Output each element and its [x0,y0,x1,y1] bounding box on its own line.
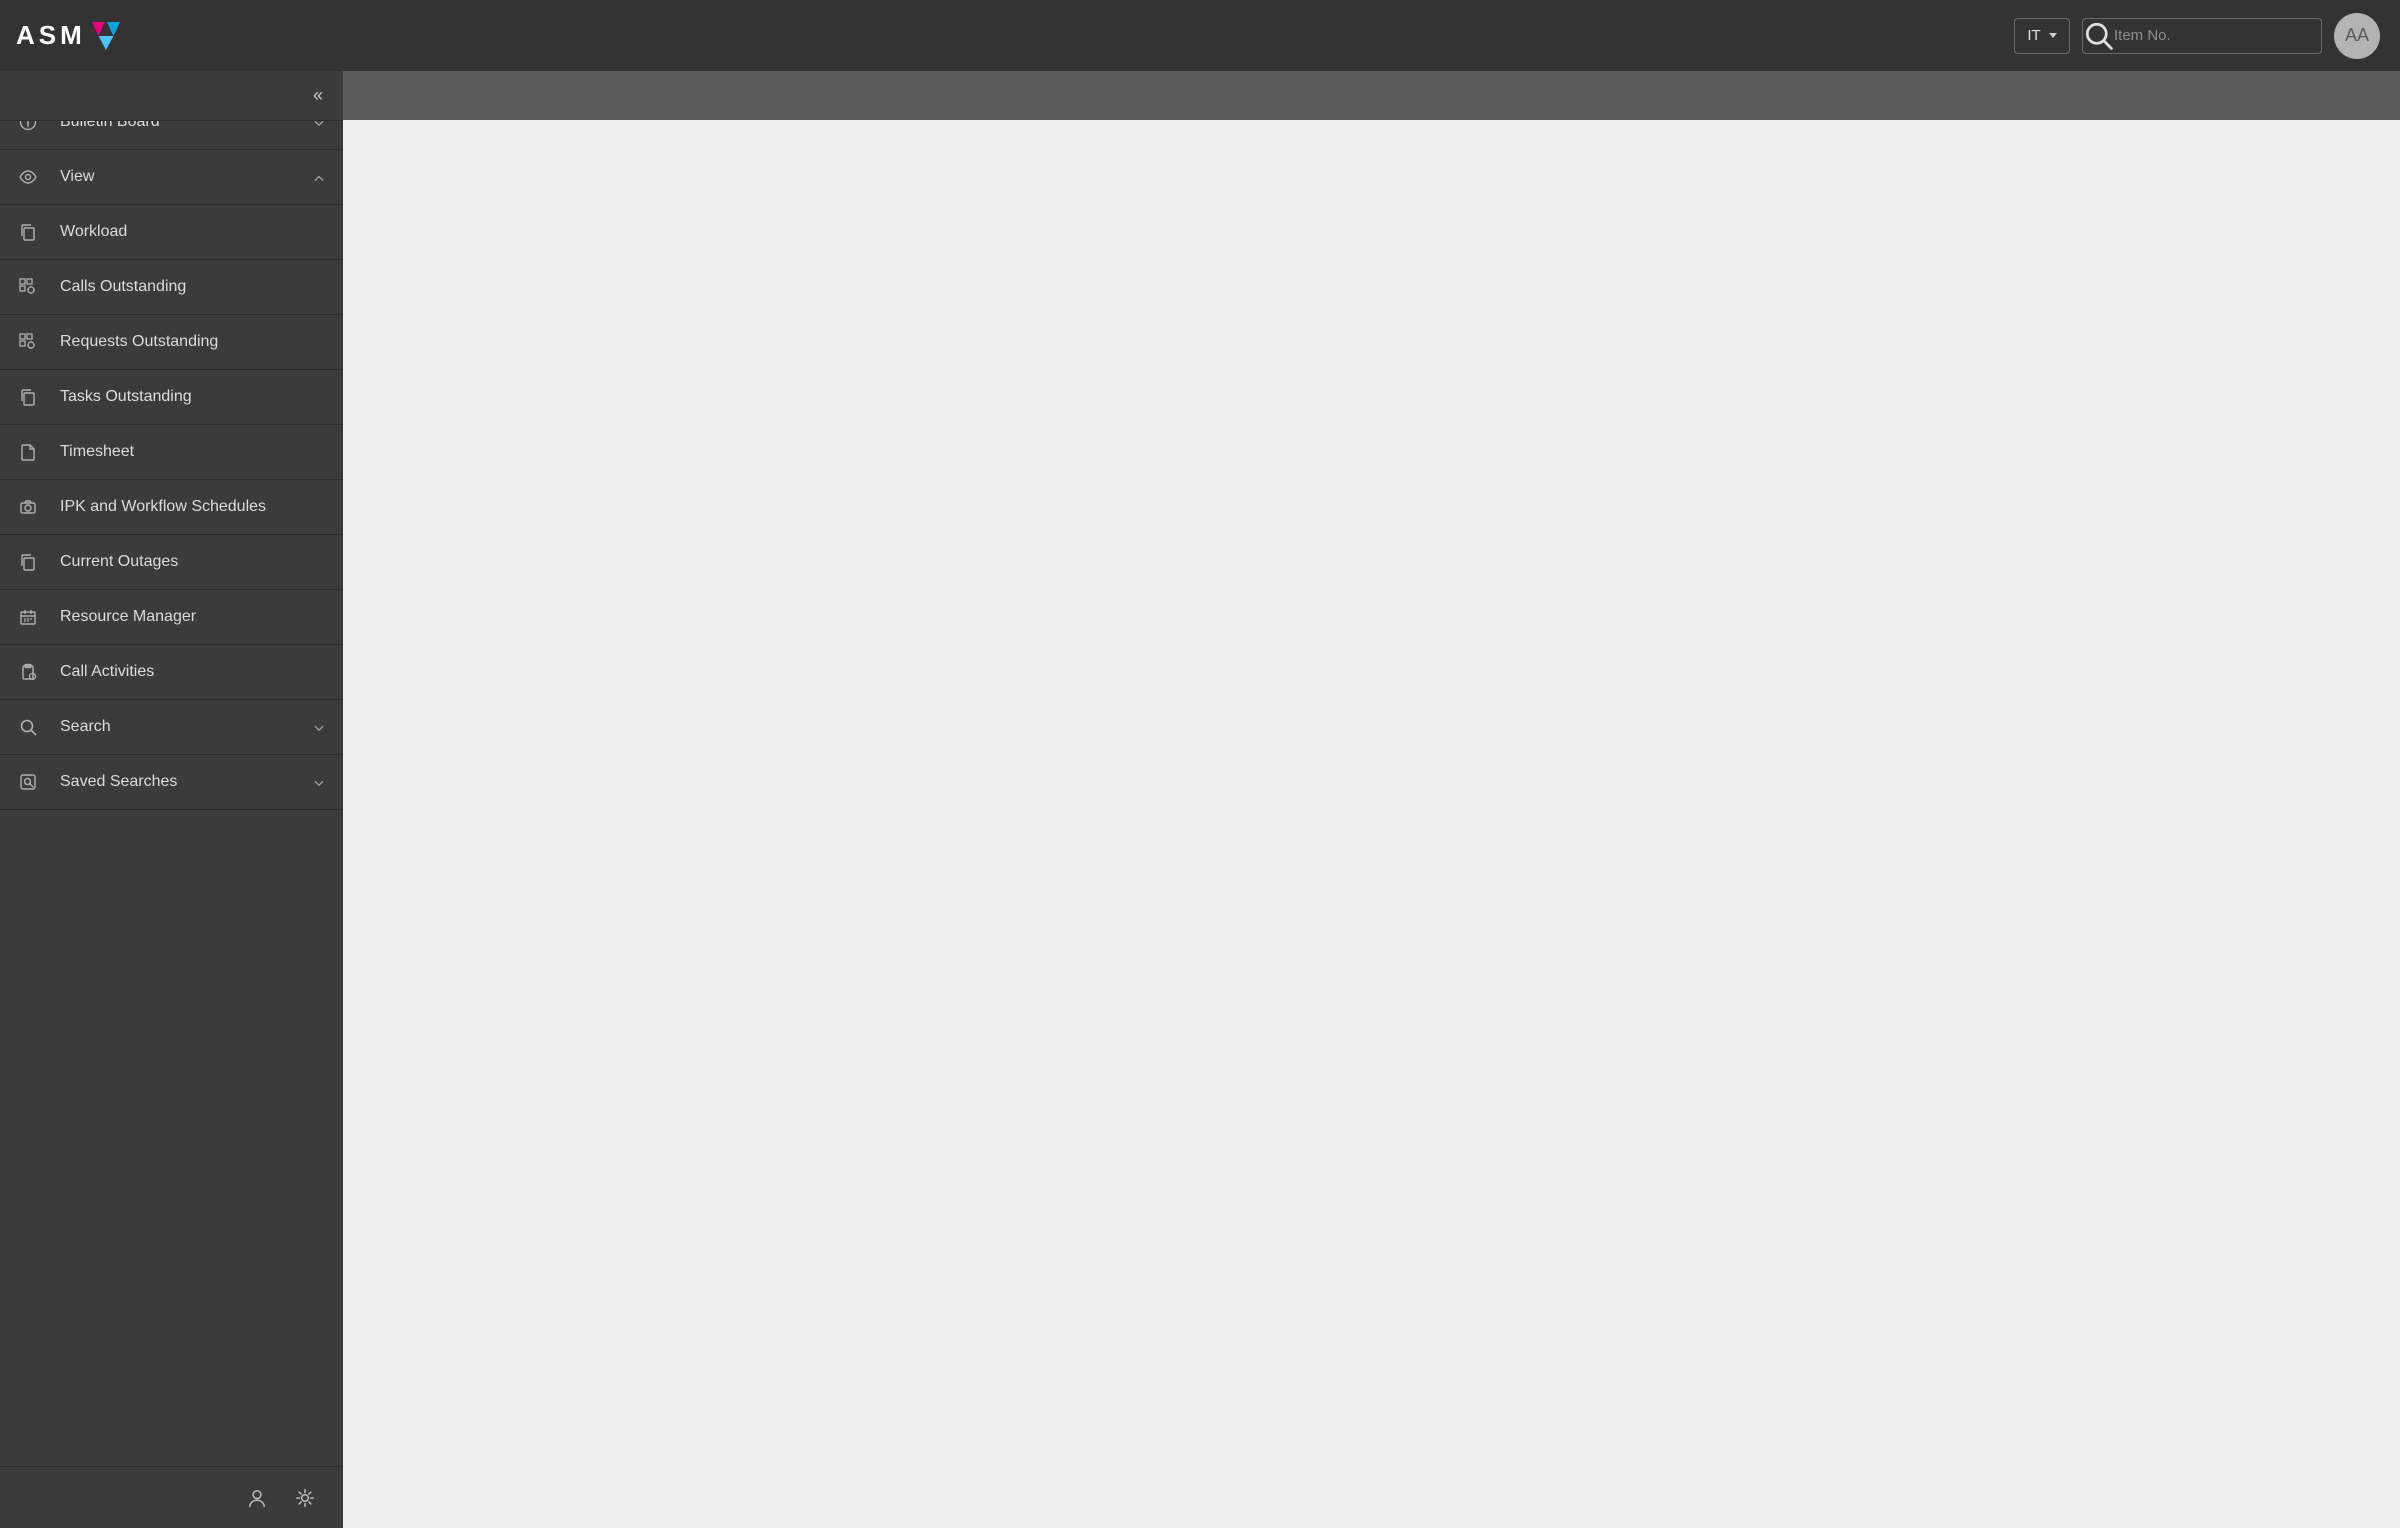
chevron-down-icon [313,776,325,788]
sidebar-item-saved-searches[interactable]: Saved Searches [0,755,343,810]
sidebar-item-label: Workload [60,223,325,241]
tenant-select[interactable]: IT [2014,18,2070,54]
sidebar-item-label: Search [60,718,313,736]
app-header: ASM IT AA [0,0,2400,71]
main-content [343,120,2400,1528]
avatar-initials: AA [2345,25,2369,46]
chevron-down-icon [313,121,325,128]
copy-icon [18,552,38,572]
sidebar-item-label: IPK and Workflow Schedules [60,498,325,516]
sidebar-item-label: Resource Manager [60,608,325,626]
calendar-icon [18,607,38,627]
sidebar-item-label: Current Outages [60,553,325,571]
brand-logo[interactable]: ASM [16,18,124,54]
user-icon[interactable] [247,1488,267,1508]
tenant-label: IT [2027,27,2040,44]
sidebar-item-ipk-workflow-schedules[interactable]: IPK and Workflow Schedules [0,480,343,535]
avatar[interactable]: AA [2334,13,2380,59]
sidebar-footer [0,1466,343,1528]
sidebar-collapse[interactable]: « [0,71,343,121]
sidebar-item-label: Saved Searches [60,773,313,791]
sidebar-item-label: Call Activities [60,663,325,681]
sidebar-item-requests-outstanding[interactable]: Requests Outstanding [0,315,343,370]
page-subheader [343,71,2400,120]
chevron-down-icon [313,721,325,733]
info-icon [18,121,38,132]
global-search[interactable] [2082,18,2322,54]
header-actions: IT AA [2014,13,2380,59]
collapse-icon: « [313,85,323,106]
sidebar-item-label: Timesheet [60,443,325,461]
search-input[interactable] [2114,19,2321,53]
sidebar-item-workload[interactable]: Workload [0,205,343,260]
sidebar-item-bulletin-board[interactable]: Bulletin Board [0,121,343,150]
sidebar: « Bulletin Board View Workload Calls Outsta… [0,71,343,1528]
eye-icon [18,167,38,187]
sidebar-item-label: View [60,168,313,186]
copy-icon [18,222,38,242]
brand-text: ASM [16,20,86,51]
grid-gear-icon [18,332,38,352]
sidebar-item-timesheet[interactable]: Timesheet [0,425,343,480]
sidebar-item-current-outages[interactable]: Current Outages [0,535,343,590]
sidebar-item-label: Requests Outstanding [60,333,325,351]
sidebar-item-resource-manager[interactable]: Resource Manager [0,590,343,645]
sidebar-item-label: Bulletin Board [60,121,313,131]
grid-gear-icon [18,277,38,297]
sidebar-item-search[interactable]: Search [0,700,343,755]
file-icon [18,442,38,462]
brand-mark-icon [88,18,124,54]
chevron-up-icon [313,171,325,183]
search-icon [2083,19,2114,53]
sidebar-item-call-activities[interactable]: Call Activities [0,645,343,700]
sidebar-item-label: Calls Outstanding [60,278,325,296]
sidebar-item-tasks-outstanding[interactable]: Tasks Outstanding [0,370,343,425]
sidebar-nav: Bulletin Board View Workload Calls Outstand… [0,121,343,1466]
copy-icon [18,387,38,407]
sidebar-item-calls-outstanding[interactable]: Calls Outstanding [0,260,343,315]
gear-icon[interactable] [295,1488,315,1508]
search-icon [18,717,38,737]
search-square-icon [18,772,38,792]
clipboard-icon [18,662,38,682]
camera-icon [18,497,38,517]
sidebar-item-view[interactable]: View [0,150,343,205]
sidebar-item-label: Tasks Outstanding [60,388,325,406]
caret-down-icon [2049,33,2057,38]
